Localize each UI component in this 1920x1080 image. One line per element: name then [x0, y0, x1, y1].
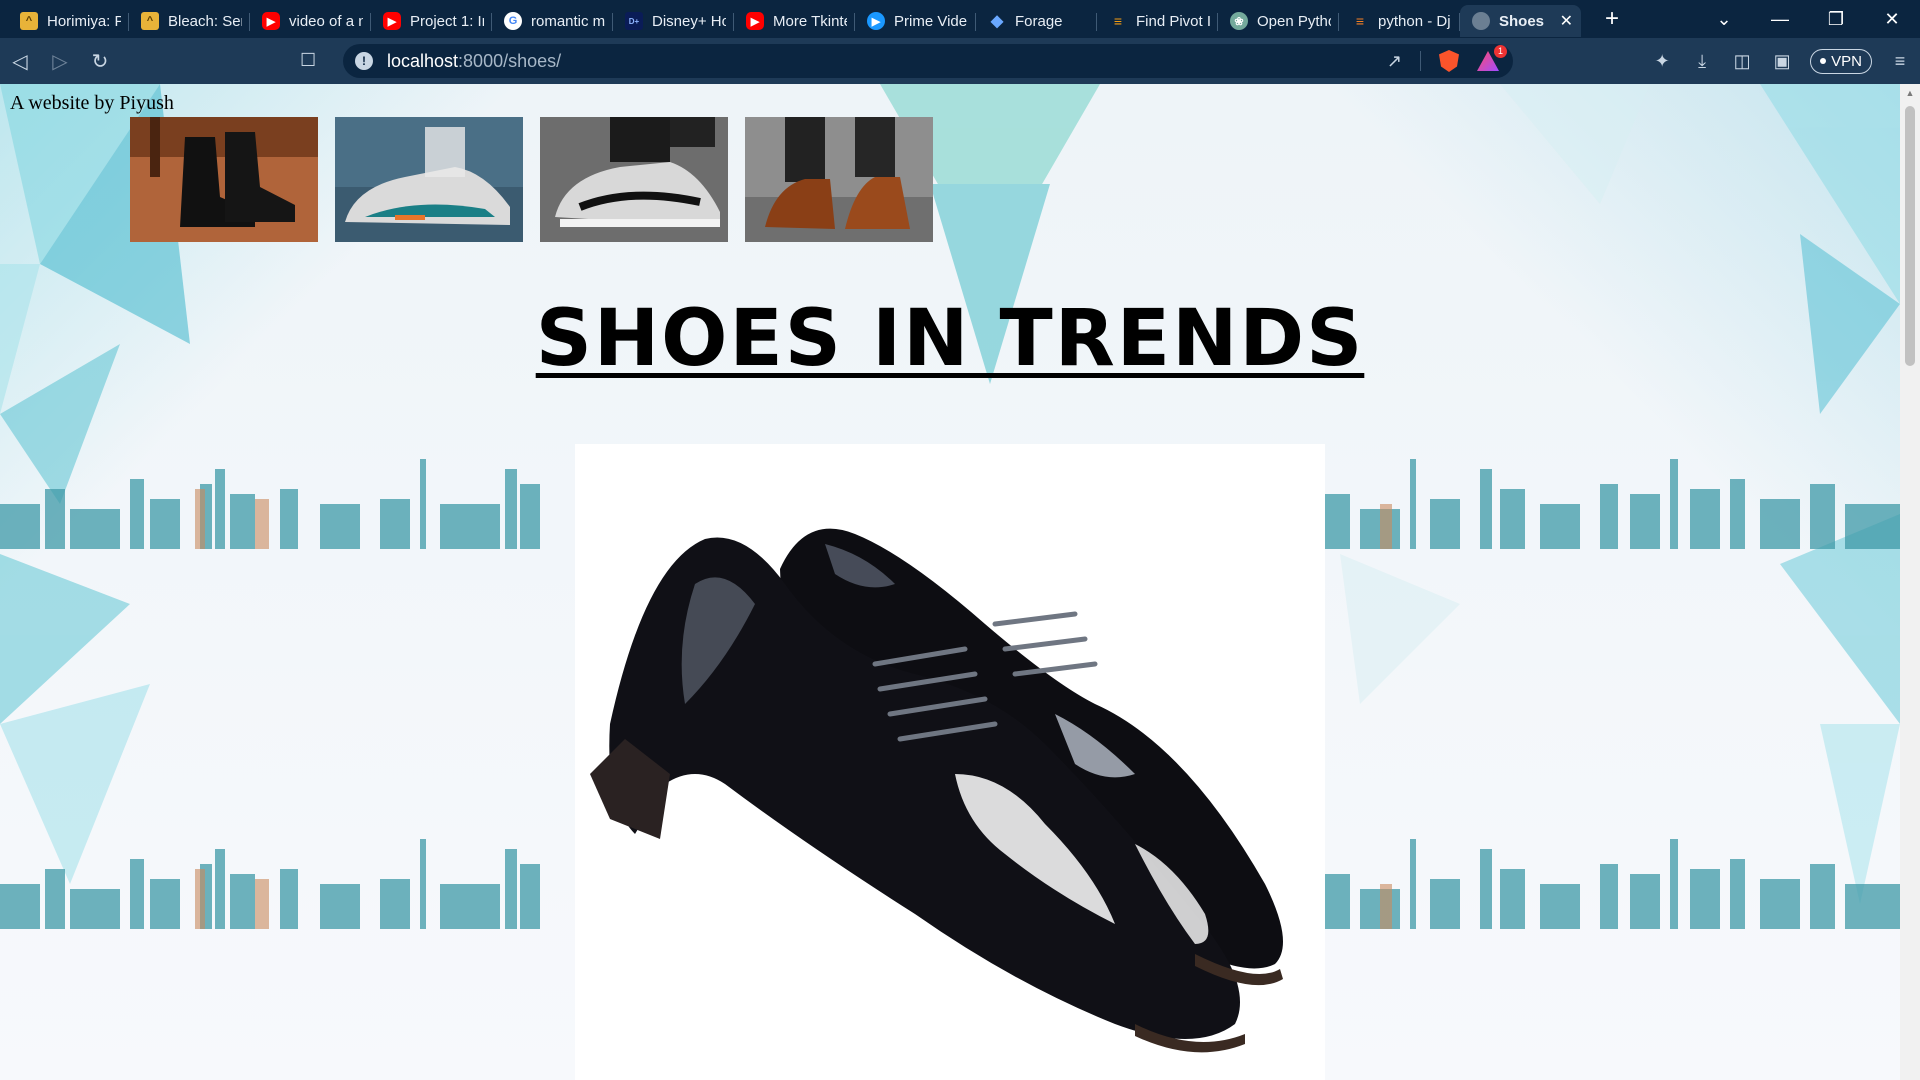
oxfords-brown-image [745, 117, 933, 242]
downloads-icon[interactable]: ⤓ [1682, 51, 1722, 72]
sneakers-grey-image [540, 117, 728, 242]
site-info-icon[interactable]: ! [355, 52, 373, 70]
thumbnail-grey-running-sneakers[interactable] [540, 117, 728, 242]
tab-title: romantic m [531, 12, 605, 30]
tab-9[interactable]: ≡ Find Pivot I [1097, 5, 1218, 37]
scrollbar-thumb[interactable] [1905, 106, 1915, 366]
google-icon: G [504, 12, 522, 30]
prime-video-icon: ▶ [867, 12, 885, 30]
bookmark-icon[interactable]: ☐ [300, 50, 316, 71]
tab-7[interactable]: ▶ Prime Vide [855, 5, 976, 37]
tab-title: Open Pytho [1257, 12, 1331, 30]
forage-icon: ◆ [990, 13, 1004, 30]
tab-title: Disney+ Ho [652, 12, 726, 30]
thumbnail-grey-teal-sneakers[interactable] [335, 117, 523, 242]
site-credit: A website by Piyush [10, 92, 174, 114]
tab-title: More Tkinte [773, 12, 847, 30]
address-bar[interactable]: ! localhost:8000/shoes/ ↗ 1 [343, 44, 1513, 78]
divider [1420, 51, 1421, 71]
page-viewport: A website by Piyush SHOES IN TRENDS [0, 84, 1900, 1080]
cat-icon: ^ [20, 12, 38, 30]
tab-title: Prime Vide [894, 12, 968, 30]
tab-search-chevron-down-icon[interactable]: ⌄ [1696, 9, 1752, 30]
cat-icon: ^ [141, 12, 159, 30]
thumbnail-black-ankle-boots[interactable] [130, 117, 318, 242]
minimize-icon[interactable]: — [1752, 9, 1808, 30]
sidebar-icon[interactable]: ◫ [1722, 51, 1762, 72]
tab-title: video of a n [289, 12, 363, 30]
youtube-icon: ▶ [262, 12, 280, 30]
youtube-icon: ▶ [383, 12, 401, 30]
globe-icon [1472, 12, 1490, 30]
tab-3[interactable]: ▶ Project 1: Ir [371, 5, 492, 37]
vpn-label: VPN [1831, 52, 1862, 70]
hero-shoe-image [575, 444, 1325, 1080]
tab-0[interactable]: ^ Horimiya: P [8, 5, 129, 37]
back-button[interactable]: ◁ [0, 49, 40, 74]
url-host: localhost [387, 50, 459, 71]
tab-2[interactable]: ▶ video of a n [250, 5, 371, 37]
tab-4[interactable]: Gromantic m [492, 5, 613, 37]
youtube-icon: ▶ [746, 12, 764, 30]
thumbnail-brown-oxford-shoes[interactable] [745, 117, 933, 242]
brave-shields-icon[interactable] [1439, 50, 1459, 72]
reload-button[interactable]: ↻ [80, 49, 120, 74]
page-heading-text: SHOES IN TRENDS [535, 294, 1365, 384]
openai-icon: ❀ [1230, 12, 1248, 30]
stackoverflow-icon: ≡ [1355, 13, 1365, 29]
tab-10[interactable]: ❀ Open Pytho [1218, 5, 1339, 37]
close-tab-icon[interactable]: ✕ [1560, 11, 1573, 31]
tab-6[interactable]: ▶ More Tkinte [734, 5, 855, 37]
disney-plus-icon: D+ [625, 12, 643, 30]
tab-title: Project 1: Ir [410, 12, 484, 30]
scroll-up-arrow-icon[interactable]: ▲ [1900, 88, 1920, 98]
tab-11[interactable]: ≡ python - Dj [1339, 5, 1460, 37]
find-pivot-icon: ≡ [1113, 13, 1123, 29]
vpn-button[interactable]: VPN [1810, 48, 1872, 74]
tab-title: python - Dj [1378, 12, 1451, 30]
tab-title: Bleach: Sen [168, 12, 242, 30]
menu-icon[interactable]: ≡ [1880, 51, 1920, 72]
vpn-status-dot [1820, 58, 1827, 64]
close-window-icon[interactable]: ✕ [1864, 9, 1920, 30]
rewards-badge: 1 [1493, 45, 1507, 58]
browser-toolbar: ◁ ▷ ↻ ☐ ! localhost:8000/shoes/ ↗ 1 ✦ ⤓ … [0, 38, 1920, 84]
brave-rewards-icon[interactable]: 1 [1477, 45, 1507, 71]
boots-image [130, 117, 318, 242]
extensions-icon[interactable]: ✦ [1642, 51, 1682, 72]
wallet-icon[interactable]: ▣ [1762, 51, 1802, 72]
tab-title: Find Pivot I [1136, 12, 1210, 30]
black-oxford-shoes-image [590, 528, 1283, 1053]
tab-5[interactable]: D+ Disney+ Ho [613, 5, 734, 37]
tab-strip: ^ Horimiya: P ^ Bleach: Sen ▶ video of a n ▶ Pr… [0, 0, 1920, 38]
tab-title: Shoes [1499, 12, 1545, 30]
new-tab-button[interactable]: + [1597, 5, 1627, 33]
tab-1[interactable]: ^ Bleach: Sen [129, 5, 250, 37]
page-scrollbar[interactable]: ▲ [1900, 84, 1920, 1080]
window-controls: ⌄ — ❐ ✕ [1696, 0, 1920, 38]
tab-title: Horimiya: P [47, 12, 121, 30]
tab-title: Forage [1015, 12, 1063, 30]
forward-button[interactable]: ▷ [40, 49, 80, 74]
tab-8[interactable]: ◆ Forage [976, 5, 1097, 37]
page-heading: SHOES IN TRENDS [0, 294, 1900, 384]
sneakers-teal-image [335, 117, 523, 242]
tab-12[interactable]: Shoes ✕ [1460, 5, 1581, 37]
restore-icon[interactable]: ❐ [1808, 9, 1864, 30]
shoe-thumbnails [130, 117, 933, 242]
share-icon[interactable]: ↗ [1387, 51, 1402, 72]
url-path: :8000/shoes/ [458, 50, 562, 71]
